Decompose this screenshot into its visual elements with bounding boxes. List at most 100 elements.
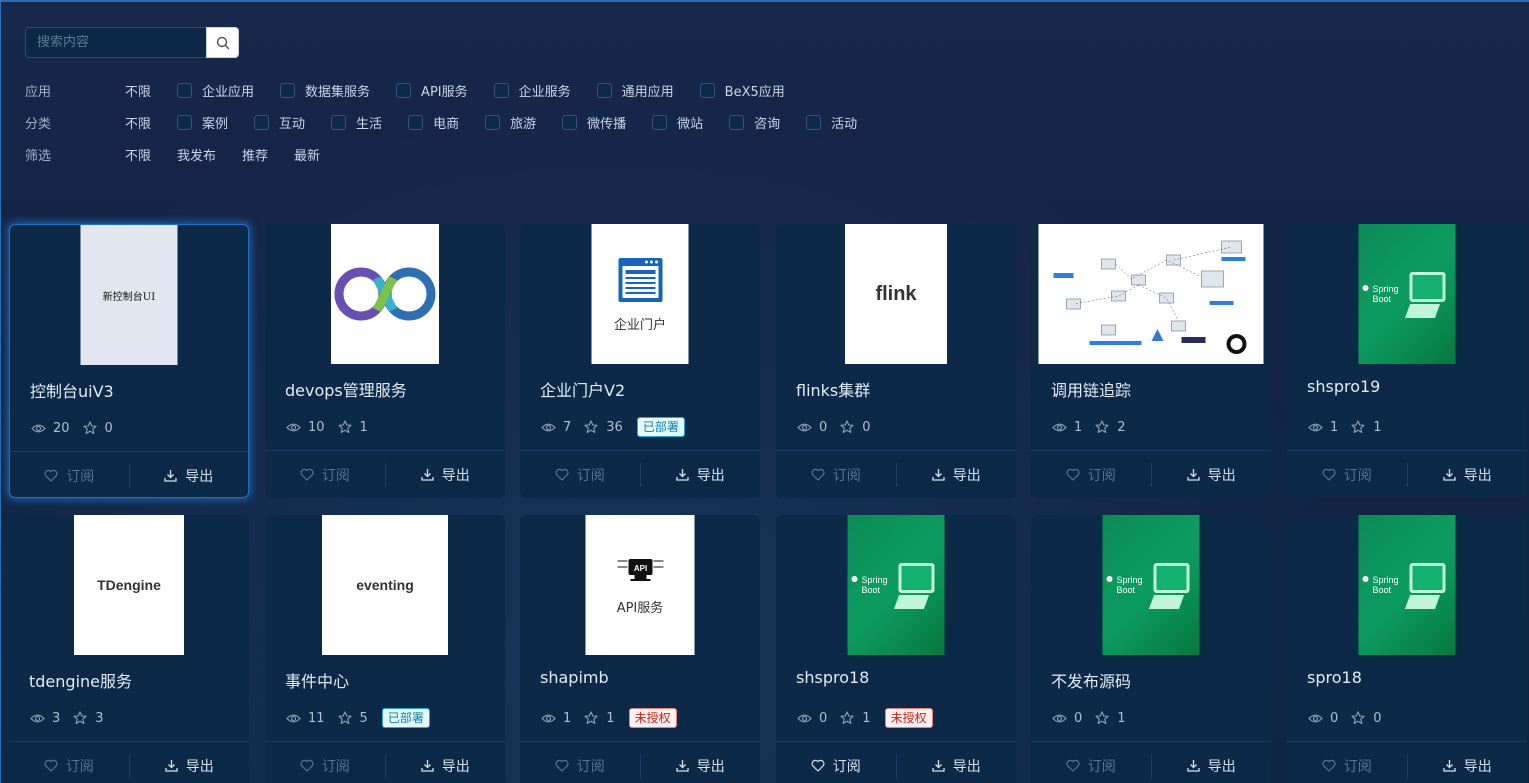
card-title[interactable]: flinks集群 (796, 377, 870, 401)
filter-screen-latest[interactable]: 最新 (294, 145, 320, 164)
export-button[interactable]: 导出 (641, 754, 761, 778)
subscribe-button[interactable]: 订阅 (776, 463, 896, 487)
export-button[interactable]: 导出 (1152, 463, 1272, 487)
app-card[interactable]: 企业门户 企业门户V2 7 36 已部署 订阅 导出 (520, 224, 760, 498)
subscribe-button[interactable]: 订阅 (10, 464, 129, 488)
filter-app-option[interactable]: BeX5应用 (699, 81, 785, 100)
app-card[interactable]: Spring Boot shspro18 0 1 未授权 订阅 导出 (776, 515, 1016, 783)
subscribe-button[interactable]: 订阅 (520, 463, 640, 487)
checkbox[interactable] (562, 114, 578, 130)
checkbox[interactable] (699, 82, 715, 98)
filter-category-option[interactable]: 活动 (806, 113, 857, 132)
app-card[interactable]: devops管理服务 10 1 订阅 导出 (265, 224, 505, 498)
heart-icon (1322, 759, 1336, 772)
app-card[interactable]: 新控制台UI 控制台uiV3 20 0 订阅 导出 (9, 224, 249, 498)
export-button[interactable]: 导出 (386, 754, 506, 778)
subscribe-button[interactable]: 订阅 (520, 754, 640, 778)
filter-category-option[interactable]: 咨询 (729, 113, 780, 132)
card-title[interactable]: shspro19 (1307, 377, 1380, 396)
card-actions: 订阅 导出 (520, 450, 760, 498)
app-card[interactable]: Spring Boot spro18 0 0 订阅 导出 (1287, 515, 1527, 783)
subscribe-button[interactable]: 订阅 (776, 754, 896, 778)
star-count: 3 (95, 710, 104, 726)
download-icon (164, 470, 177, 482)
filter-category-option[interactable]: 案例 (177, 113, 228, 132)
export-button[interactable]: 导出 (386, 463, 506, 487)
card-thumbnail: 企业门户 (591, 224, 689, 364)
filter-app-option[interactable]: 数据集服务 (280, 81, 370, 100)
export-button[interactable]: 导出 (130, 464, 249, 488)
card-title[interactable]: 企业门户V2 (540, 377, 625, 401)
app-card[interactable]: 调用链追踪 1 2 订阅 导出 (1031, 224, 1271, 498)
checkbox[interactable] (177, 114, 193, 130)
checkbox[interactable] (177, 82, 193, 98)
card-title[interactable]: shspro18 (796, 668, 869, 687)
download-icon (932, 469, 945, 481)
subscribe-button[interactable]: 订阅 (1031, 754, 1151, 778)
export-button[interactable]: 导出 (1152, 754, 1272, 778)
filter-app-option[interactable]: API服务 (396, 81, 468, 100)
checkbox[interactable] (254, 114, 270, 130)
checkbox[interactable] (280, 82, 296, 98)
eye-icon (1307, 420, 1323, 434)
card-title[interactable]: tdengine服务 (29, 668, 132, 692)
checkbox[interactable] (729, 114, 745, 130)
filter-category-option[interactable]: 互动 (254, 113, 305, 132)
filter-app-option[interactable]: 通用应用 (596, 81, 674, 100)
filter-category-option[interactable]: 微站 (652, 113, 703, 132)
card-stats: 3 3 (29, 708, 116, 728)
subscribe-button[interactable]: 订阅 (1287, 754, 1407, 778)
filter-category-option[interactable]: 生活 (331, 113, 382, 132)
search-input[interactable] (25, 27, 206, 58)
subscribe-button[interactable]: 订阅 (1287, 463, 1407, 487)
subscribe-button[interactable]: 订阅 (265, 754, 385, 778)
filter-category-all[interactable]: 不限 (125, 113, 151, 132)
export-button[interactable]: 导出 (1408, 463, 1528, 487)
checkbox[interactable] (485, 114, 501, 130)
filter-screen-all[interactable]: 不限 (125, 145, 151, 164)
export-button[interactable]: 导出 (897, 463, 1017, 487)
card-title[interactable]: spro18 (1307, 668, 1362, 687)
search-button[interactable] (206, 27, 239, 58)
checkbox[interactable] (596, 82, 612, 98)
card-title[interactable]: 事件中心 (285, 668, 349, 692)
subscribe-button[interactable]: 订阅 (1031, 463, 1151, 487)
checkbox[interactable] (493, 82, 509, 98)
checkbox[interactable] (396, 82, 412, 98)
export-button[interactable]: 导出 (1408, 754, 1528, 778)
card-thumbnail (1038, 224, 1264, 364)
app-card[interactable]: API API服务 shapimb 1 1 未授权 订阅 导出 (520, 515, 760, 783)
portal-window-icon (618, 257, 662, 302)
subscribe-button[interactable]: 订阅 (265, 463, 385, 487)
export-button[interactable]: 导出 (897, 754, 1017, 778)
filter-app-all[interactable]: 不限 (125, 81, 151, 100)
card-title[interactable]: devops管理服务 (285, 377, 407, 401)
filter-category-option[interactable]: 电商 (408, 113, 459, 132)
checkbox[interactable] (806, 114, 822, 130)
filter-row-screen: 筛选 不限 我发布 推荐 最新 (25, 144, 346, 164)
app-card[interactable]: Spring Boot 不发布源码 0 1 订阅 导出 (1031, 515, 1271, 783)
card-title[interactable]: 控制台uiV3 (30, 378, 114, 402)
filter-category-option[interactable]: 微传播 (562, 113, 626, 132)
export-button[interactable]: 导出 (641, 463, 761, 487)
card-title[interactable]: shapimb (540, 668, 609, 687)
filter-screen-recommended[interactable]: 推荐 (242, 145, 268, 164)
card-title[interactable]: 不发布源码 (1051, 668, 1131, 692)
app-card[interactable]: flink flinks集群 0 0 订阅 导出 (776, 224, 1016, 498)
heart-icon (300, 468, 314, 481)
checkbox[interactable] (652, 114, 668, 130)
app-card[interactable]: Spring Boot shspro19 1 1 订阅 导出 (1287, 224, 1527, 498)
heart-icon (44, 469, 58, 482)
app-card[interactable]: TDengine tdengine服务 3 3 订阅 导出 (9, 515, 249, 783)
filter-screen-mine[interactable]: 我发布 (177, 145, 216, 164)
app-card[interactable]: eventing 事件中心 11 5 已部署 订阅 导出 (265, 515, 505, 783)
export-button[interactable]: 导出 (130, 754, 250, 778)
view-count: 10 (308, 419, 325, 435)
filter-app-option[interactable]: 企业应用 (177, 81, 254, 100)
filter-category-option[interactable]: 旅游 (485, 113, 536, 132)
filter-app-option[interactable]: 企业服务 (493, 81, 571, 100)
checkbox[interactable] (408, 114, 424, 130)
card-title[interactable]: 调用链追踪 (1051, 377, 1131, 401)
checkbox[interactable] (331, 114, 347, 130)
subscribe-button[interactable]: 订阅 (9, 754, 129, 778)
